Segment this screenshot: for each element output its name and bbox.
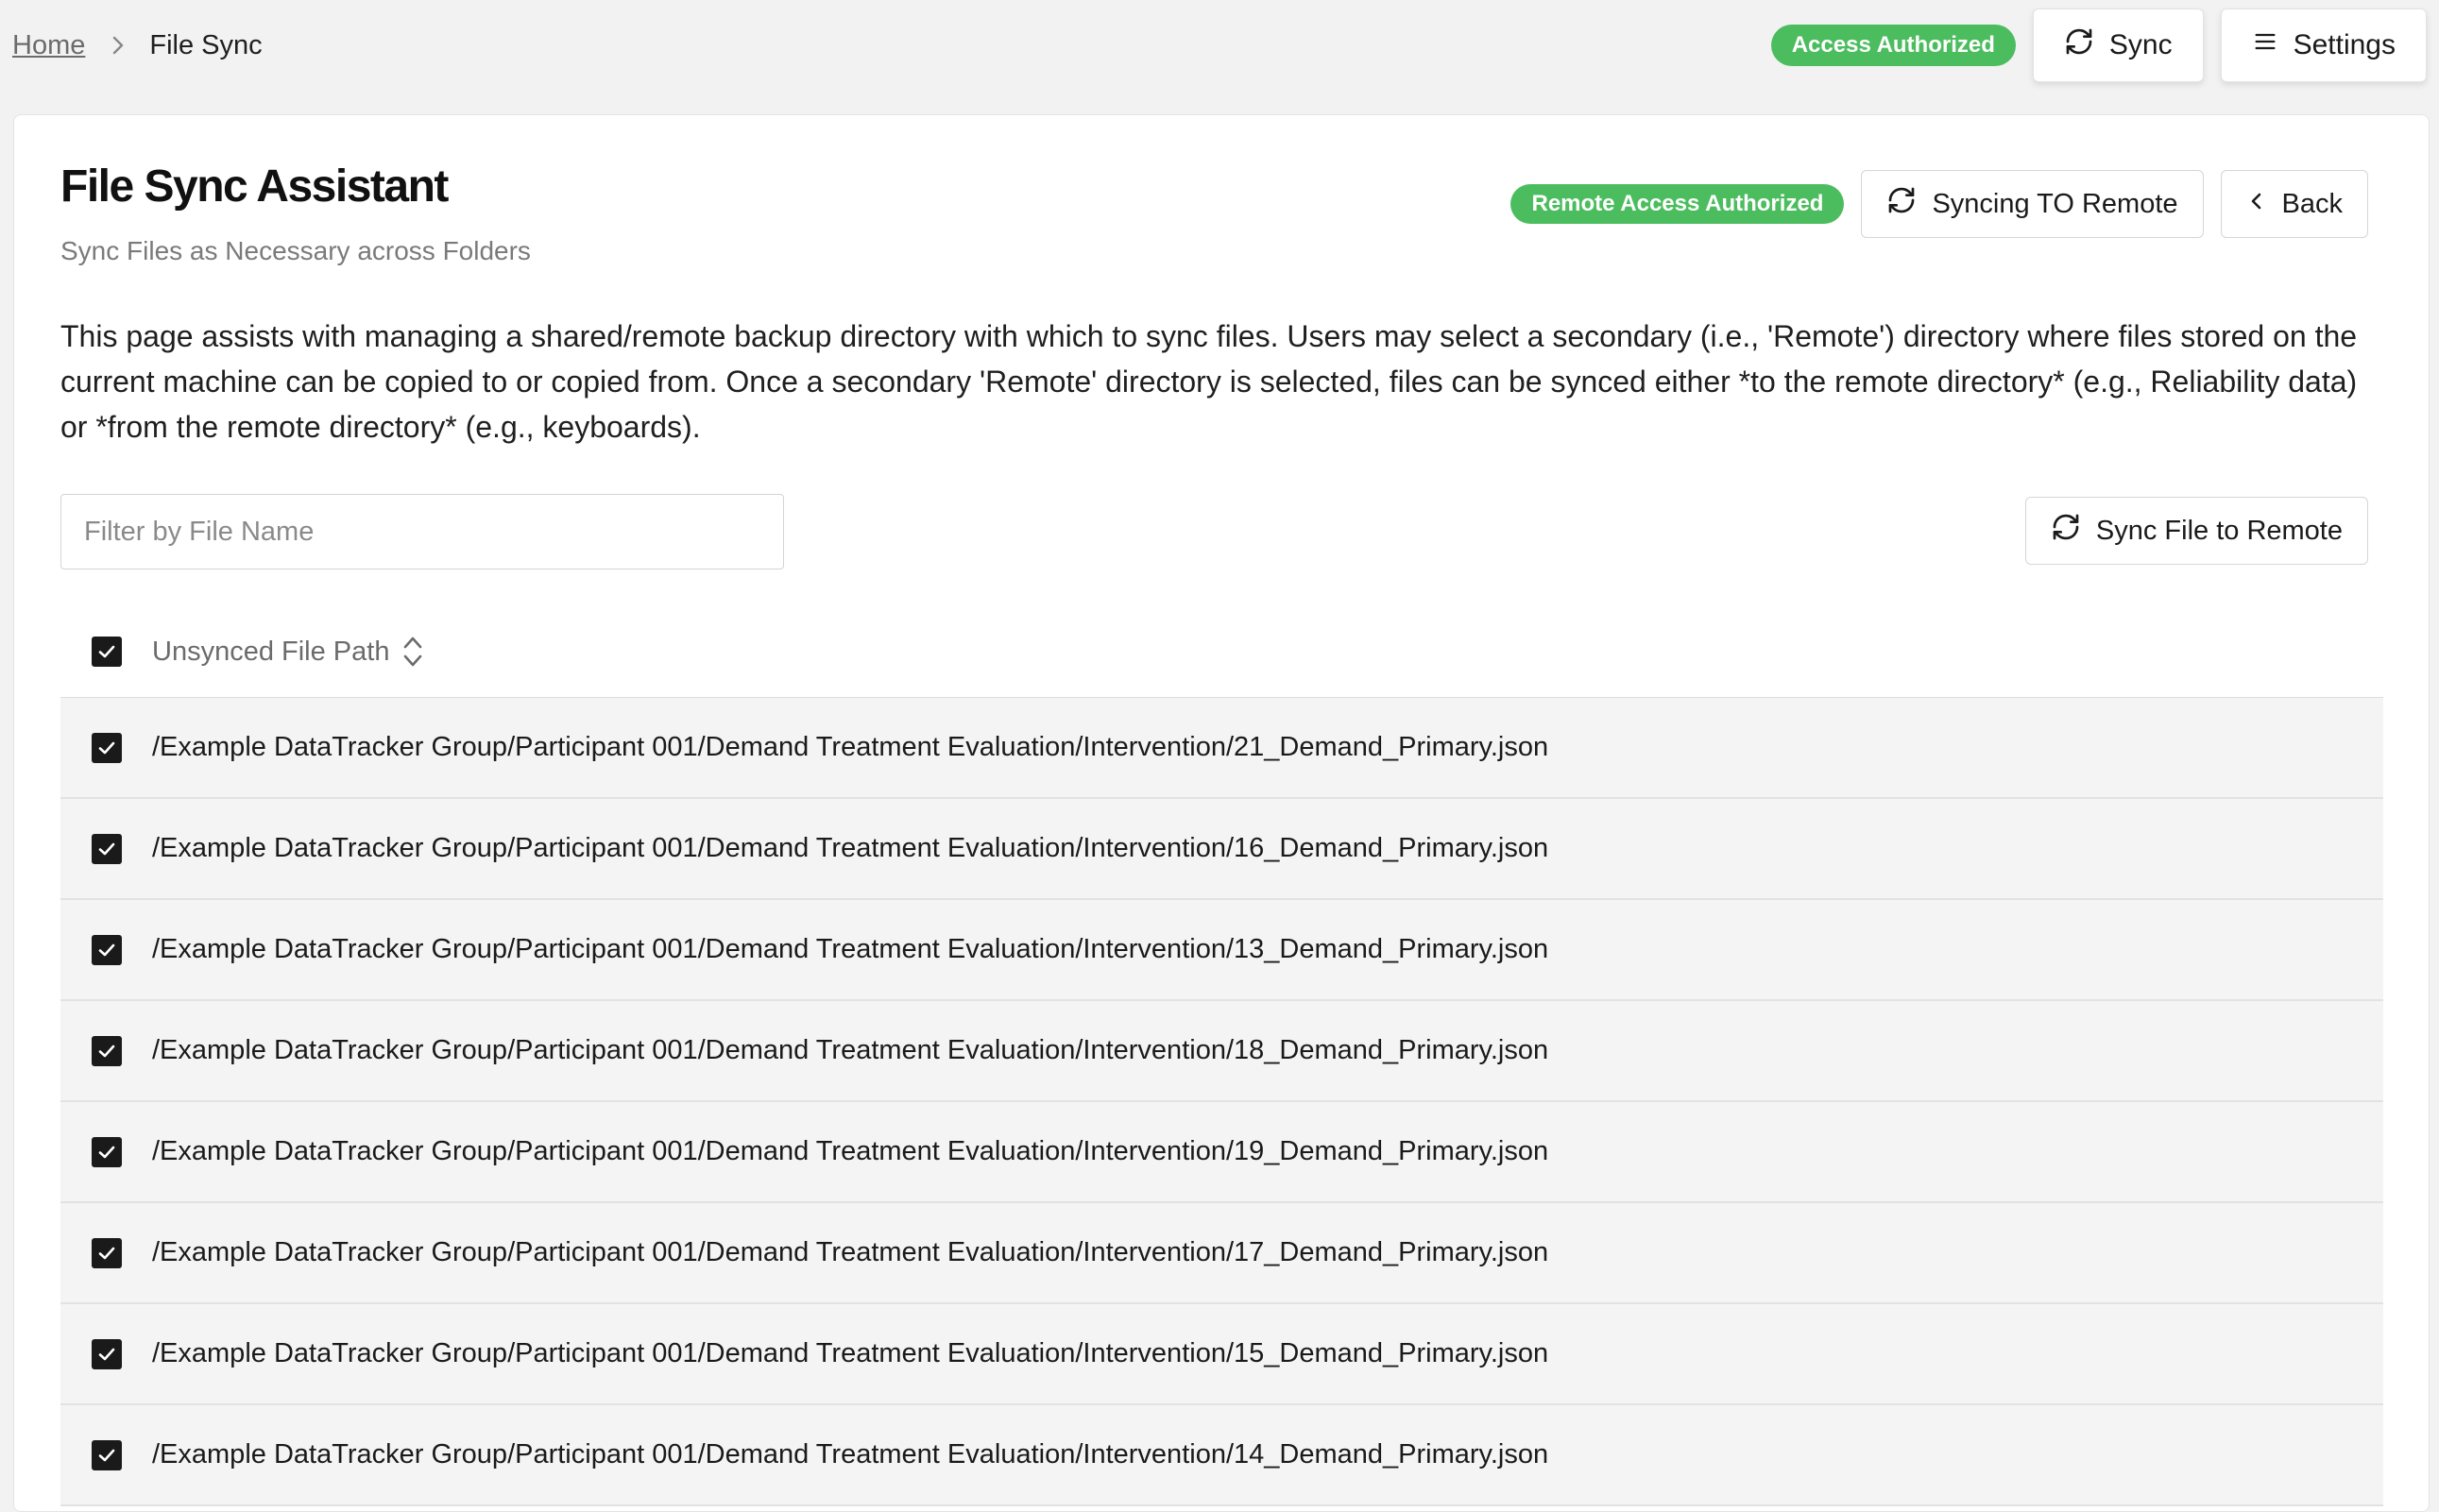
sync-file-to-remote-button[interactable]: Sync File to Remote [2024, 497, 2368, 565]
remote-access-badge: Remote Access Authorized [1510, 184, 1845, 224]
file-path: /Example DataTracker Group/Participant 0… [152, 833, 1549, 863]
table-body: /Example DataTracker Group/Participant 0… [60, 698, 2383, 1506]
sync-direction-button[interactable]: Syncing TO Remote [1861, 170, 2204, 238]
breadcrumb-current: File Sync [149, 29, 263, 60]
sync-icon [2064, 26, 2094, 64]
row-checkbox[interactable] [91, 1338, 122, 1369]
back-button[interactable]: Back [2220, 170, 2368, 238]
file-path: /Example DataTracker Group/Participant 0… [152, 1035, 1549, 1065]
breadcrumb: Home File Sync [12, 26, 263, 64]
card-actions: Remote Access Authorized Syncing TO Remo… [1510, 170, 2368, 238]
file-path: /Example DataTracker Group/Participant 0… [152, 1136, 1549, 1166]
table-row[interactable]: /Example DataTracker Group/Participant 0… [60, 1001, 2383, 1102]
sync-file-button-label: Sync File to Remote [2095, 515, 2343, 546]
row-check-cell [60, 833, 152, 864]
file-path: /Example DataTracker Group/Participant 0… [152, 732, 1549, 762]
table-row[interactable]: /Example DataTracker Group/Participant 0… [60, 1102, 2383, 1203]
table-row[interactable]: /Example DataTracker Group/Participant 0… [60, 1203, 2383, 1304]
breadcrumb-home-link[interactable]: Home [12, 30, 85, 61]
top-actions: Access Authorized Sync Settings [1770, 8, 2427, 83]
sync-button[interactable]: Sync [2032, 8, 2204, 82]
select-all-checkbox[interactable] [91, 637, 122, 667]
sort-icon[interactable] [401, 633, 425, 671]
settings-button-label: Settings [2293, 29, 2396, 60]
file-path: /Example DataTracker Group/Participant 0… [152, 1439, 1549, 1470]
row-check-cell [60, 934, 152, 965]
header-check-cell [60, 637, 152, 667]
row-checkbox[interactable] [91, 833, 122, 864]
chevron-right-icon [111, 35, 125, 56]
row-check-cell [60, 1136, 152, 1167]
table-row[interactable]: /Example DataTracker Group/Participant 0… [60, 698, 2383, 799]
table-row[interactable]: /Example DataTracker Group/Participant 0… [60, 799, 2383, 900]
settings-button[interactable]: Settings [2220, 8, 2427, 82]
row-checkbox[interactable] [91, 934, 122, 965]
row-check-cell [60, 1237, 152, 1268]
top-bar: Home File Sync Access Authorized Sync Se… [0, 0, 2439, 113]
menu-icon [2252, 28, 2278, 62]
back-button-label: Back [2281, 188, 2343, 219]
table-row[interactable]: /Example DataTracker Group/Participant 0… [60, 1405, 2383, 1506]
row-check-cell [60, 1035, 152, 1066]
page-title: File Sync Assistant [60, 161, 449, 212]
row-checkbox[interactable] [91, 1136, 122, 1167]
row-checkbox[interactable] [91, 732, 122, 763]
sync-icon [2051, 512, 2081, 550]
file-path: /Example DataTracker Group/Participant 0… [152, 934, 1549, 964]
column-header-file-path[interactable]: Unsynced File Path [152, 637, 389, 668]
sync-button-label: Sync [2108, 29, 2173, 60]
row-checkbox[interactable] [91, 1439, 122, 1470]
sync-icon [1886, 185, 1917, 223]
unsynced-files-table: Unsynced File Path /Example DataTracker … [60, 606, 2383, 1506]
file-path: /Example DataTracker Group/Participant 0… [152, 1338, 1549, 1368]
table-row[interactable]: /Example DataTracker Group/Participant 0… [60, 900, 2383, 1001]
main-card: File Sync Assistant Sync Files as Necess… [13, 114, 2430, 1512]
row-check-cell [60, 1338, 152, 1369]
row-checkbox[interactable] [91, 1237, 122, 1268]
sync-direction-label: Syncing TO Remote [1932, 188, 2178, 219]
file-path: /Example DataTracker Group/Participant 0… [152, 1237, 1549, 1267]
table-row[interactable]: /Example DataTracker Group/Participant 0… [60, 1304, 2383, 1405]
filter-input[interactable] [60, 494, 784, 569]
row-check-cell [60, 1439, 152, 1470]
access-authorized-badge: Access Authorized [1770, 25, 2016, 66]
chevron-left-icon [2246, 189, 2267, 220]
row-checkbox[interactable] [91, 1035, 122, 1066]
page-description: This page assists with managing a shared… [60, 319, 2358, 444]
page-subtitle: Sync Files as Necessary across Folders [60, 236, 531, 265]
row-check-cell [60, 732, 152, 763]
table-header: Unsynced File Path [60, 606, 2383, 698]
